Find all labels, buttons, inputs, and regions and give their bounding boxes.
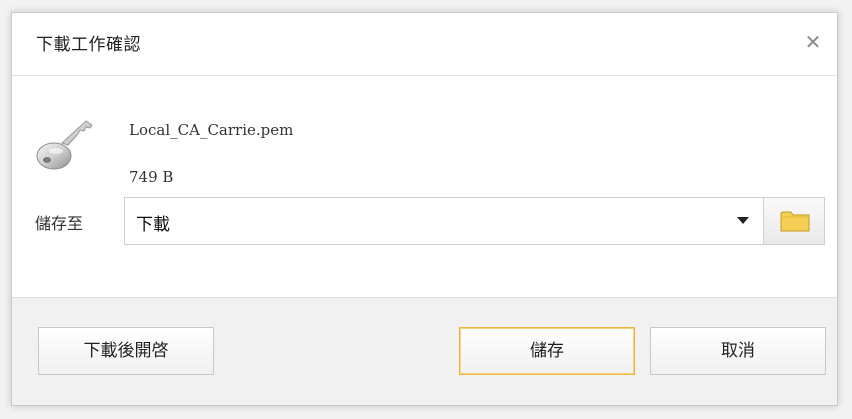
save-location-select[interactable]: 下載 bbox=[124, 197, 764, 245]
close-icon[interactable]: ✕ bbox=[801, 29, 825, 55]
file-name: Local_CA_Carrie.pem bbox=[129, 121, 294, 139]
dialog-title: 下載工作確認 bbox=[36, 35, 141, 55]
browse-folder-button[interactable] bbox=[763, 197, 825, 245]
cancel-button[interactable]: 取消 bbox=[650, 327, 826, 375]
dialog-footer: 下載後開啓 儲存 取消 bbox=[12, 297, 837, 405]
key-icon bbox=[36, 120, 93, 170]
save-to-label: 儲存至 bbox=[35, 214, 84, 233]
chevron-down-icon bbox=[737, 217, 749, 224]
folder-icon bbox=[780, 211, 810, 232]
file-size: 749 B bbox=[129, 168, 174, 186]
download-confirm-dialog: 下載工作確認 ✕ Local_CA_Carrie.pem 749 B 儲存至 下… bbox=[11, 12, 838, 406]
dialog-titlebar: 下載工作確認 ✕ bbox=[12, 13, 837, 76]
open-after-download-button[interactable]: 下載後開啓 bbox=[38, 327, 214, 375]
save-location-value: 下載 bbox=[136, 215, 170, 235]
save-button[interactable]: 儲存 bbox=[459, 327, 635, 375]
